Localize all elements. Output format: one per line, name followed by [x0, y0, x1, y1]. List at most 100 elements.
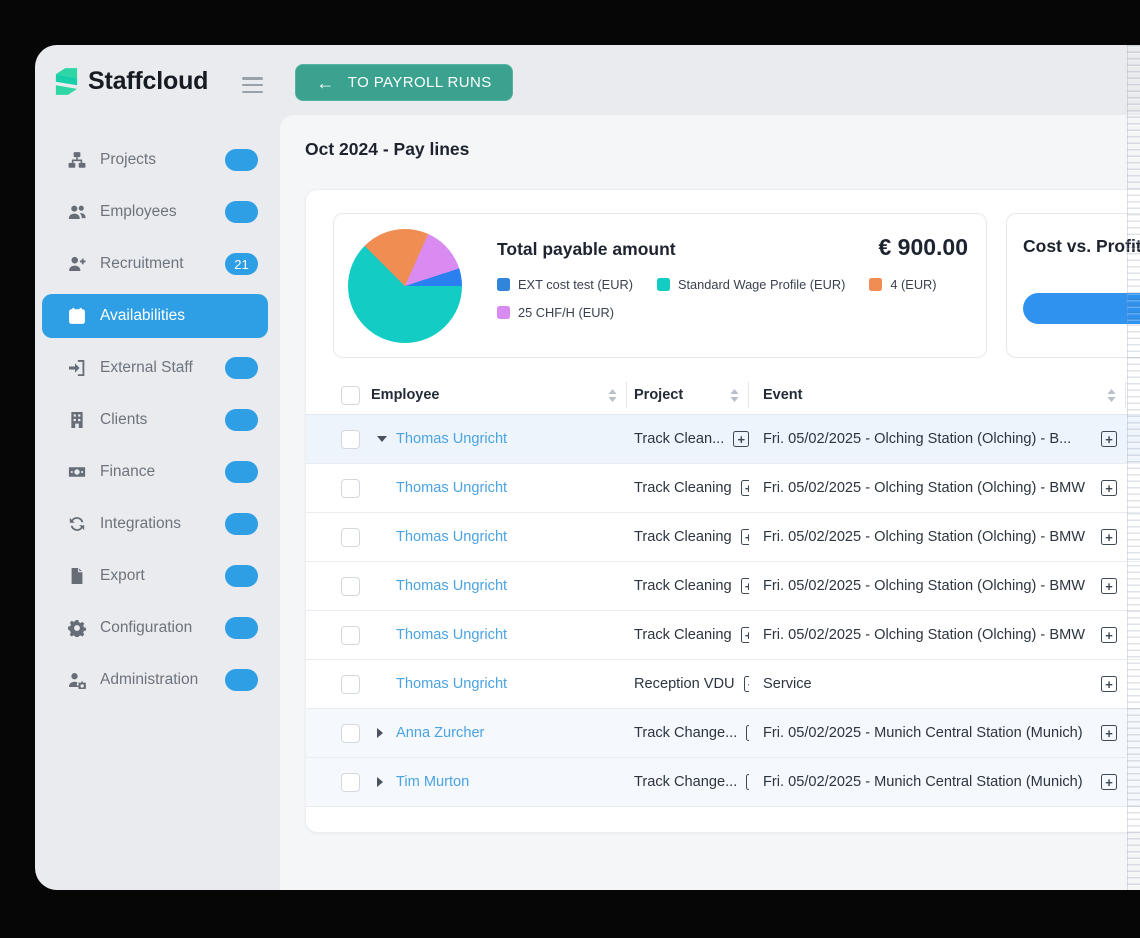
expand-event-plus-icon[interactable]: +: [1101, 480, 1117, 496]
notification-badge: [225, 201, 258, 223]
table-row: Thomas Ungricht Track Cleaning + Fri. 05…: [306, 513, 1140, 562]
expand-event-plus-icon[interactable]: +: [1101, 676, 1117, 692]
total-payable-title: Total payable amount: [497, 239, 676, 260]
back-arrow-icon: ←: [316, 74, 334, 92]
expand-project-plus-icon[interactable]: +: [741, 529, 749, 545]
notification-badge: [225, 513, 258, 535]
expand-caret[interactable]: [371, 728, 396, 738]
expand-caret[interactable]: [371, 436, 396, 442]
table-row: Tim Murton Track Change... + Fri. 05/02/…: [306, 758, 1140, 807]
banknote-icon: [67, 462, 87, 482]
row-checkbox[interactable]: [341, 430, 360, 449]
row-checkbox[interactable]: [341, 528, 360, 547]
row-checkbox[interactable]: [341, 626, 360, 645]
sidebar-item-configuration[interactable]: Configuration: [35, 602, 280, 654]
notification-badge: [225, 565, 258, 587]
sidebar-item-employees[interactable]: Employees: [35, 186, 280, 238]
row-checkbox[interactable]: [341, 675, 360, 694]
notification-badge: [225, 617, 258, 639]
notification-badge: [225, 149, 258, 171]
sidebar-nav: Projects Employees Recruitment 21 Availa…: [35, 134, 280, 706]
gear-icon: [67, 618, 87, 638]
total-payable-pie-chart: [348, 229, 462, 343]
main-panel: Oct 2024 - Pay lines Total payable amoun…: [280, 115, 1140, 890]
brand-name: Staffcloud: [88, 67, 208, 96]
expand-caret[interactable]: [371, 777, 396, 787]
project-cell: Track Cleaning: [634, 529, 732, 545]
app-window: Staffcloud ← TO PAYROLL RUNS Projects Em…: [35, 45, 1140, 890]
sidebar-item-administration[interactable]: Administration: [35, 654, 280, 706]
sort-icon[interactable]: [730, 389, 739, 402]
table-row: Thomas Ungricht Track Cleaning + Fri. 05…: [306, 611, 1140, 660]
legend-item: EXT cost test (EUR): [497, 277, 633, 292]
expand-event-plus-icon[interactable]: +: [1101, 529, 1117, 545]
to-payroll-runs-button[interactable]: ← TO PAYROLL RUNS: [295, 64, 513, 101]
expand-project-plus-icon[interactable]: +: [741, 578, 749, 594]
expand-project-plus-icon[interactable]: +: [741, 627, 749, 643]
employee-link[interactable]: Thomas Ungricht: [396, 676, 507, 692]
sort-icon[interactable]: [1107, 389, 1116, 402]
legend-item: 25 CHF/H (EUR): [497, 305, 614, 320]
right-edge-artifact: [1127, 45, 1140, 890]
event-cell: Fri. 05/02/2025 - Olching Station (Olchi…: [763, 480, 1085, 496]
menu-toggle-icon[interactable]: [242, 77, 263, 97]
employee-link[interactable]: Thomas Ungricht: [396, 578, 507, 594]
users-icon: [67, 202, 87, 222]
sidebar-item-clients[interactable]: Clients: [35, 394, 280, 446]
employee-link[interactable]: Thomas Ungricht: [396, 480, 507, 496]
row-checkbox[interactable]: [341, 773, 360, 792]
sidebar-item-integrations[interactable]: Integrations: [35, 498, 280, 550]
sidebar-item-export[interactable]: Export: [35, 550, 280, 602]
column-header-project[interactable]: Project: [627, 382, 749, 408]
expand-project-plus-icon[interactable]: +: [741, 480, 749, 496]
sidebar-item-finance[interactable]: Finance: [35, 446, 280, 498]
employee-link[interactable]: Thomas Ungricht: [396, 431, 507, 447]
cost-vs-profit-card: Cost vs. Profit: [1006, 213, 1140, 358]
employee-link[interactable]: Tim Murton: [396, 774, 469, 790]
project-cell: Track Cleaning: [634, 627, 732, 643]
event-cell: Fri. 05/02/2025 - Olching Station (Olchi…: [763, 578, 1085, 594]
legend-item: 4 (EUR): [869, 277, 936, 292]
project-cell: Track Change...: [634, 725, 737, 741]
sidebar-item-recruitment[interactable]: Recruitment 21: [35, 238, 280, 290]
row-checkbox[interactable]: [341, 724, 360, 743]
employee-link[interactable]: Anna Zurcher: [396, 725, 484, 741]
table-row: Thomas Ungricht Reception VDU + Service …: [306, 660, 1140, 709]
table-body: Thomas Ungricht Track Clean... + Fri. 05…: [306, 415, 1140, 807]
cost-vs-profit-title: Cost vs. Profit: [1023, 236, 1140, 257]
expand-event-plus-icon[interactable]: +: [1101, 774, 1117, 790]
legend-item: Standard Wage Profile (EUR): [657, 277, 845, 292]
expand-event-plus-icon[interactable]: +: [1101, 578, 1117, 594]
notification-badge: 21: [225, 253, 258, 275]
total-payable-amount: € 900.00: [878, 234, 968, 261]
notification-badge: [225, 357, 258, 379]
sidebar-item-availabilities[interactable]: Availabilities: [35, 290, 280, 342]
notification-badge: [225, 305, 258, 327]
expand-event-plus-icon[interactable]: +: [1101, 431, 1117, 447]
pie-legend: EXT cost test (EUR) Standard Wage Profil…: [497, 277, 968, 320]
row-checkbox[interactable]: [341, 577, 360, 596]
column-header-event[interactable]: Event: [749, 382, 1126, 408]
select-all-checkbox[interactable]: [341, 386, 360, 405]
expand-project-plus-icon[interactable]: +: [733, 431, 749, 447]
legend-swatch: [497, 306, 510, 319]
notification-badge: [225, 409, 258, 431]
expand-event-plus-icon[interactable]: +: [1101, 725, 1117, 741]
sign-in-icon: [67, 358, 87, 378]
sort-icon[interactable]: [608, 389, 617, 402]
event-cell: Fri. 05/02/2025 - Munich Central Station…: [763, 774, 1083, 790]
legend-swatch: [869, 278, 882, 291]
event-cell: Service: [763, 676, 812, 692]
table-row: Thomas Ungricht Track Cleaning + Fri. 05…: [306, 464, 1140, 513]
employee-link[interactable]: Thomas Ungricht: [396, 627, 507, 643]
staffcloud-logo-icon: [54, 67, 79, 96]
expand-event-plus-icon[interactable]: +: [1101, 627, 1117, 643]
sidebar-item-external-staff[interactable]: External Staff: [35, 342, 280, 394]
column-header-employee[interactable]: Employee: [371, 382, 627, 408]
sidebar-item-projects[interactable]: Projects: [35, 134, 280, 186]
calendar-check-icon: [67, 306, 87, 326]
content-card: Total payable amount € 900.00 EXT cost t…: [305, 189, 1140, 833]
row-checkbox[interactable]: [341, 479, 360, 498]
notification-badge: [225, 461, 258, 483]
employee-link[interactable]: Thomas Ungricht: [396, 529, 507, 545]
